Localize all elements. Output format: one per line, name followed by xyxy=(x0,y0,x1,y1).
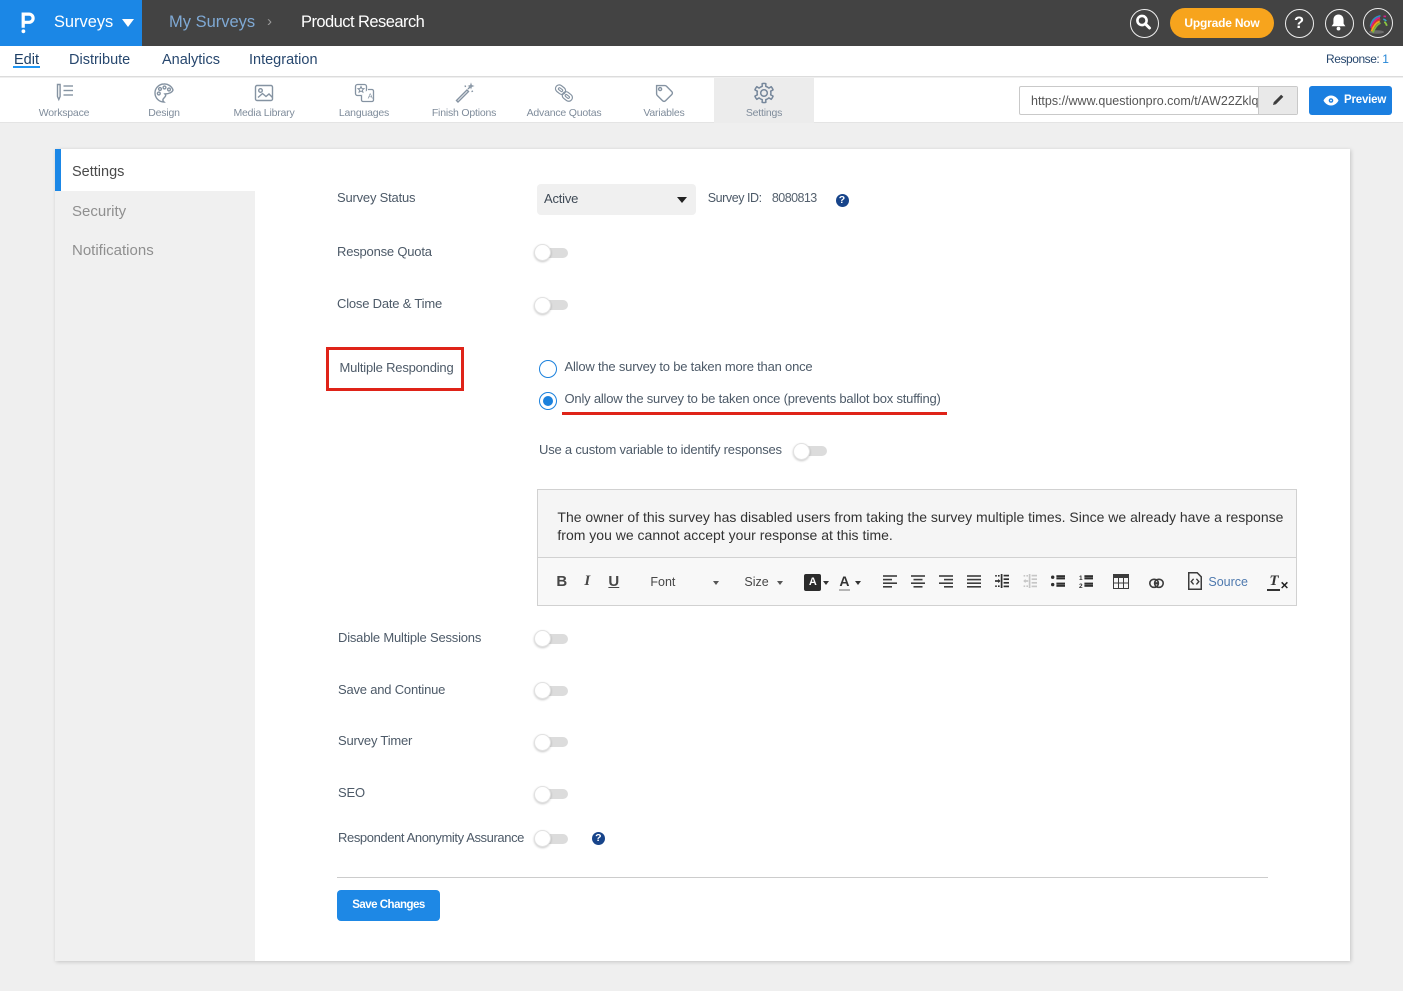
svg-text:1: 1 xyxy=(1079,575,1083,582)
svg-text:A: A xyxy=(368,92,373,101)
svg-text:2: 2 xyxy=(1079,583,1083,588)
